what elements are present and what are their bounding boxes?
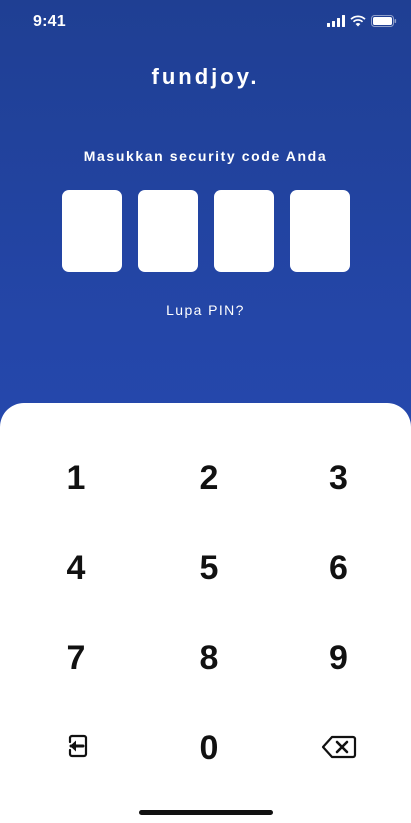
app-logo: fundjoy.: [151, 64, 260, 89]
key-7[interactable]: 7: [0, 613, 152, 703]
key-9[interactable]: 9: [266, 613, 411, 703]
pin-prompt: Masukkan security code Anda: [83, 148, 328, 164]
key-4[interactable]: 4: [0, 523, 152, 613]
pin-digit-box[interactable]: [290, 190, 350, 272]
logout-icon: [63, 729, 89, 768]
key-8[interactable]: 8: [152, 613, 266, 703]
status-bar: 9:41: [0, 0, 411, 44]
battery-icon: [371, 15, 397, 27]
pin-digit-box[interactable]: [138, 190, 198, 272]
key-5[interactable]: 5: [152, 523, 266, 613]
backspace-icon: [321, 729, 357, 768]
pin-digit-box[interactable]: [214, 190, 274, 272]
status-icons: [327, 15, 397, 27]
backspace-button[interactable]: [266, 703, 411, 793]
forgot-pin-link[interactable]: Lupa PIN?: [0, 302, 411, 318]
pin-digit-box[interactable]: [62, 190, 122, 272]
wifi-icon: [350, 15, 366, 27]
pin-input[interactable]: [62, 190, 350, 272]
numeric-keypad: 1 2 3 4 5 6 7 8 9 0: [0, 433, 411, 793]
key-3[interactable]: 3: [266, 433, 411, 523]
key-1[interactable]: 1: [0, 433, 152, 523]
logout-button[interactable]: [0, 703, 152, 793]
pin-entry-screen: 9:41 fundjoy. Masukkan security code And…: [0, 0, 411, 823]
status-time: 9:41: [33, 13, 66, 30]
home-indicator: [139, 810, 273, 815]
cellular-signal-icon: [327, 15, 345, 27]
key-6[interactable]: 6: [266, 523, 411, 613]
key-2[interactable]: 2: [152, 433, 266, 523]
keypad-sheet: 1 2 3 4 5 6 7 8 9 0: [0, 403, 411, 823]
key-0[interactable]: 0: [152, 703, 266, 793]
